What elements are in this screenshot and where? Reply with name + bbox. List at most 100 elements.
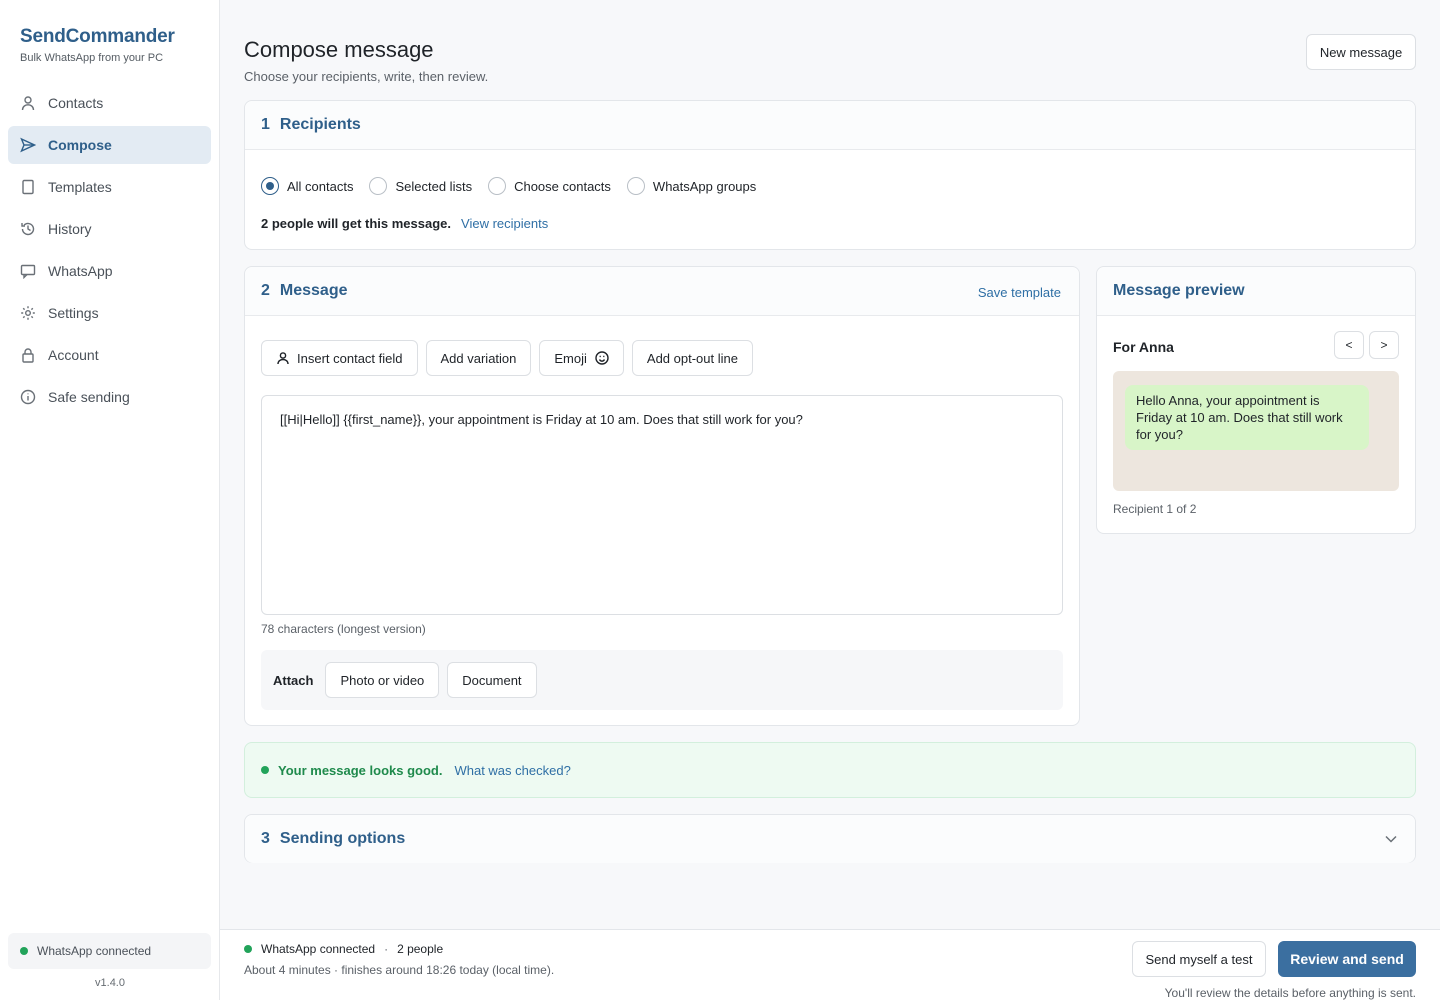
info-icon xyxy=(20,389,36,405)
recipient-options: All contacts Selected lists Choose conta… xyxy=(261,177,772,195)
recipient-count: 2 people will get this message. xyxy=(261,216,452,231)
insert-contact-field-button[interactable]: Insert contact field xyxy=(261,340,418,376)
sidebar-item-safe-sending[interactable]: Safe sending xyxy=(8,378,211,416)
add-variation-button[interactable]: Add variation xyxy=(425,340,532,376)
preview-navigation: < > xyxy=(1329,331,1399,359)
preview-header: Message preview xyxy=(1097,267,1415,316)
sidebar-item-contacts[interactable]: Contacts xyxy=(8,84,211,122)
sidebar-item-whatsapp[interactable]: WhatsApp xyxy=(8,252,211,290)
radio-empty-icon xyxy=(488,177,507,195)
section-title: Message preview xyxy=(1113,282,1245,299)
app-tagline: Bulk WhatsApp from your PC xyxy=(20,52,164,64)
recipients-section: 1 Recipients All contacts Selected lists… xyxy=(244,100,1416,250)
message-bubble: Hello Anna, your appointment is Friday a… xyxy=(1125,385,1369,450)
user-icon xyxy=(276,351,290,365)
lock-icon xyxy=(20,347,36,363)
preview-recipient-name: For Anna xyxy=(1113,339,1174,355)
next-recipient-button[interactable]: > xyxy=(1369,331,1399,359)
brand: SendCommander Bulk WhatsApp from your PC xyxy=(20,26,175,64)
footer-separator: · xyxy=(384,942,389,956)
sidebar: SendCommander Bulk WhatsApp from your PC… xyxy=(0,0,220,1000)
attach-document-button[interactable]: Document xyxy=(447,662,537,698)
footer-status: WhatsApp connected · 2 people xyxy=(244,942,443,956)
radio-empty-icon xyxy=(626,177,645,195)
sidebar-item-label: History xyxy=(48,221,92,237)
sidebar-item-label: Compose xyxy=(48,137,112,153)
sidebar-item-account[interactable]: Account xyxy=(8,336,211,374)
app-name: SendCommander xyxy=(20,26,175,47)
step-number: 3 xyxy=(261,830,270,847)
send-icon xyxy=(20,137,36,153)
sidebar-item-compose[interactable]: Compose xyxy=(8,126,211,164)
preview-position: Recipient 1 of 2 xyxy=(1113,502,1197,516)
radio-whatsapp-groups[interactable]: WhatsApp groups xyxy=(626,177,757,195)
attach-bar: Attach Photo or video Document xyxy=(261,650,1063,710)
connection-status-label: WhatsApp connected xyxy=(37,944,152,958)
smiley-icon xyxy=(595,351,609,365)
step-number: 1 xyxy=(261,116,270,133)
button-label: Emoji xyxy=(554,350,587,366)
review-and-send-button[interactable]: Review and send xyxy=(1278,941,1416,977)
footer-connection: WhatsApp connected xyxy=(261,942,376,956)
sidebar-item-label: Settings xyxy=(48,305,99,321)
recipient-summary: 2 people will get this message. View rec… xyxy=(261,216,548,231)
chat-icon xyxy=(20,263,36,279)
chat-preview: Hello Anna, your appointment is Friday a… xyxy=(1113,371,1399,491)
footer-estimate: About 4 minutes · finishes around 18:26 … xyxy=(244,963,555,977)
app-version: v1.4.0 xyxy=(95,977,125,989)
footer-note: You'll review the details before anythin… xyxy=(1164,986,1416,1000)
page-subtitle: Choose your recipients, write, then revi… xyxy=(244,69,489,84)
step-number: 2 xyxy=(261,282,270,299)
section-title: Message xyxy=(279,282,348,299)
new-message-button[interactable]: New message xyxy=(1306,34,1416,70)
sidebar-nav: Contacts Compose Templates History Whats… xyxy=(8,84,211,420)
success-dot-icon xyxy=(261,766,269,774)
main-content: Compose message Choose your recipients, … xyxy=(220,0,1440,1000)
message-check-banner: Your message looks good. What was checke… xyxy=(244,742,1416,798)
message-toolbar: Insert contact field Add variation Emoji… xyxy=(261,340,761,376)
sidebar-item-label: WhatsApp xyxy=(48,263,113,279)
what-was-checked-link[interactable]: What was checked? xyxy=(454,763,570,778)
history-icon xyxy=(20,221,36,237)
message-editor[interactable]: [[Hi|Hello]] {{first_name}}, your appoin… xyxy=(261,395,1063,615)
radio-choose-contacts[interactable]: Choose contacts xyxy=(488,177,611,195)
radio-empty-icon xyxy=(369,177,388,195)
add-opt-out-line-button[interactable]: Add opt-out line xyxy=(631,340,753,376)
sending-options-header: 3 Sending options xyxy=(245,815,1415,863)
sidebar-item-label: Templates xyxy=(48,179,112,195)
page-title: Compose message xyxy=(244,37,434,62)
attach-label: Attach xyxy=(273,672,314,688)
radio-label: Selected lists xyxy=(395,178,473,194)
footer-people-count: 2 people xyxy=(397,942,444,956)
sidebar-item-history[interactable]: History xyxy=(8,210,211,248)
check-status-text: Your message looks good. xyxy=(278,762,443,778)
radio-label: All contacts xyxy=(287,178,354,194)
chevron-down-icon[interactable] xyxy=(1383,831,1399,850)
radio-all-contacts[interactable]: All contacts xyxy=(261,177,353,195)
sidebar-item-templates[interactable]: Templates xyxy=(8,168,211,206)
sidebar-item-settings[interactable]: Settings xyxy=(8,294,211,332)
page-icon xyxy=(20,179,36,195)
recipients-header: 1 Recipients xyxy=(245,101,1415,150)
status-dot-icon xyxy=(244,945,252,953)
message-header: 2 Message xyxy=(245,267,1079,316)
sidebar-item-label: Account xyxy=(48,347,99,363)
emoji-button[interactable]: Emoji xyxy=(539,340,624,376)
radio-label: Choose contacts xyxy=(514,178,611,194)
save-template-link[interactable]: Save template xyxy=(978,285,1061,300)
user-icon xyxy=(20,95,36,111)
status-dot-icon xyxy=(20,947,28,955)
sidebar-item-label: Safe sending xyxy=(48,389,130,405)
connection-status: WhatsApp connected xyxy=(8,933,211,969)
attach-photo-button[interactable]: Photo or video xyxy=(325,662,440,698)
radio-selected-lists[interactable]: Selected lists xyxy=(369,177,472,195)
view-recipients-link[interactable]: View recipients xyxy=(461,216,548,231)
gear-icon xyxy=(20,305,36,321)
section-title: Recipients xyxy=(279,116,361,133)
button-label: Insert contact field xyxy=(297,350,403,366)
send-test-button[interactable]: Send myself a test xyxy=(1132,941,1266,977)
sending-options-section[interactable]: 3 Sending options xyxy=(244,814,1416,863)
radio-label: WhatsApp groups xyxy=(652,178,757,194)
previous-recipient-button[interactable]: < xyxy=(1334,331,1364,359)
sidebar-item-label: Contacts xyxy=(48,95,104,111)
